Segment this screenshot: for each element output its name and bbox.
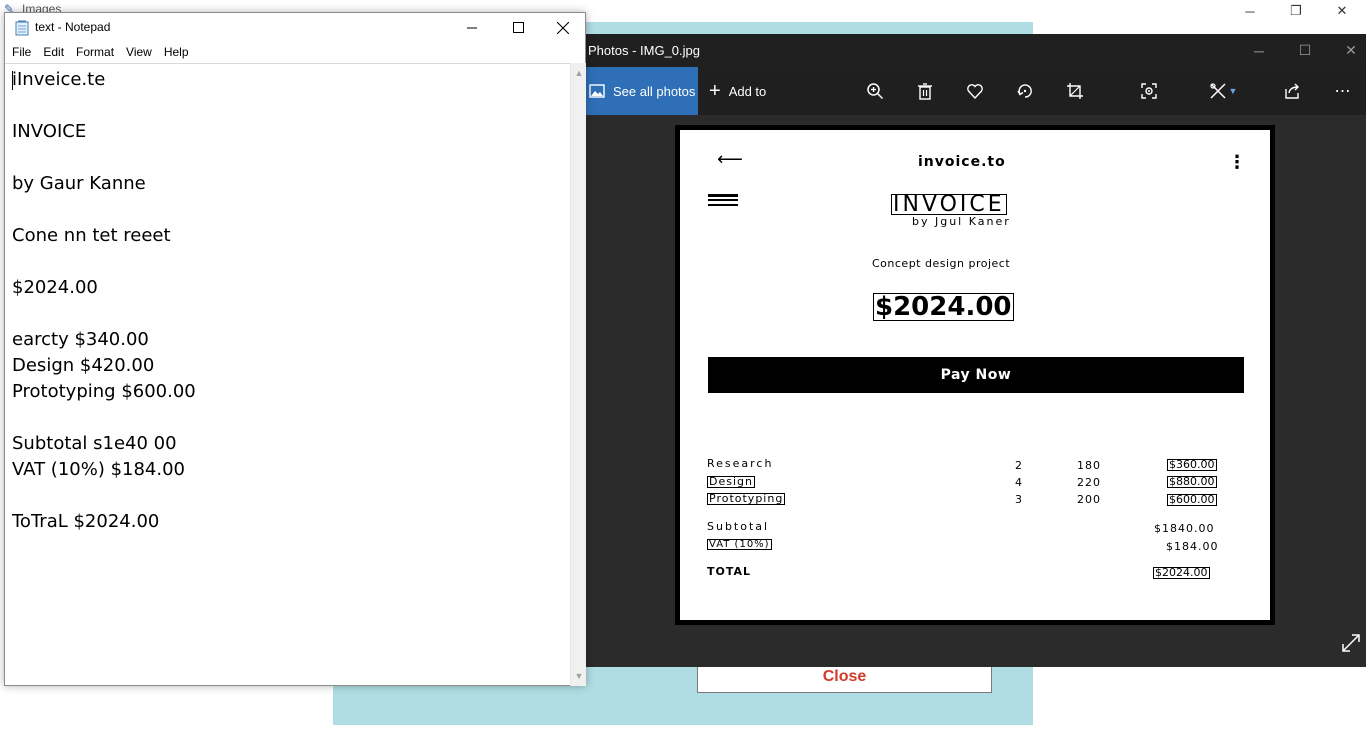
invoice-amount: $2024.00 [873, 292, 1014, 322]
restore-button[interactable]: ❐ [1273, 0, 1319, 22]
vertical-scrollbar[interactable]: ▲ ▼ [570, 63, 586, 686]
item-rate: 220 [1077, 476, 1101, 489]
photos-minimize-button[interactable]: ─ [1236, 34, 1282, 67]
edit-icon[interactable]: ▼ [1205, 79, 1241, 103]
close-button[interactable]: ✕ [1319, 0, 1365, 22]
menu-help[interactable]: Help [164, 45, 195, 59]
item-name: Research [707, 457, 774, 470]
add-to-label: Add to [728, 83, 767, 99]
see-all-photos-button[interactable]: See all photos [585, 67, 698, 115]
zoom-icon[interactable] [863, 79, 887, 103]
item-qty: 2 [1015, 459, 1022, 472]
photos-window: Photos - IMG_0.jpg ─ ☐ ✕ See all photos … [585, 34, 1366, 667]
item-qty: 4 [1015, 476, 1022, 489]
notepad-title: text - Notepad [35, 20, 111, 34]
back-arrow-icon: ⟵ [717, 149, 743, 170]
rotate-icon[interactable] [1013, 79, 1037, 103]
item-name: Prototyping [707, 492, 786, 505]
more-icon[interactable]: ⋯ [1331, 79, 1355, 103]
notepad-window: text - Notepad File Edit Format View Hel… [4, 12, 586, 686]
notepad-maximize-button[interactable] [495, 13, 541, 42]
item-rate: 200 [1077, 493, 1101, 506]
vat-label: VAT (10%) [707, 539, 772, 550]
invoice-photo-paper: ⟵ invoice.to ⋮ INVOICE by Jgul Kaner Con… [680, 130, 1270, 620]
item-amount: $600.00 [1167, 493, 1217, 506]
chevron-down-icon: ▼ [1228, 86, 1238, 96]
photos-maximize-button[interactable]: ☐ [1282, 34, 1328, 67]
share-icon[interactable] [1280, 79, 1304, 103]
photos-icon [589, 84, 605, 98]
add-to-button[interactable]: + Add to [709, 67, 766, 115]
text-caret [12, 71, 13, 90]
invoice-heading: INVOICE [891, 192, 1007, 217]
see-all-photos-label: See all photos [613, 83, 696, 99]
invoice-byline: by Jgul Kaner [912, 215, 1011, 228]
crop-icon[interactable] [1063, 79, 1087, 103]
item-qty: 3 [1015, 493, 1022, 506]
vat-value: $184.00 [1166, 540, 1219, 553]
photos-title: Photos - IMG_0.jpg [588, 43, 700, 58]
subtotal-label: Subtotal [707, 520, 770, 533]
item-name: Design [707, 475, 755, 488]
pay-now-button: Pay Now [708, 357, 1244, 393]
notepad-menubar: File Edit Format View Help [5, 42, 585, 62]
ocr-icon[interactable] [1137, 79, 1161, 103]
fullscreen-icon[interactable] [1340, 632, 1362, 654]
photos-close-button[interactable]: ✕ [1328, 34, 1366, 67]
scroll-down-icon[interactable]: ▼ [571, 668, 587, 684]
favorite-icon[interactable] [963, 79, 987, 103]
hamburger-line [708, 199, 738, 201]
notepad-content[interactable]: iInveice.te INVOICE by Gaur Kanne Cone n… [12, 67, 196, 535]
menu-view[interactable]: View [126, 45, 158, 59]
photos-titlebar: Photos - IMG_0.jpg ─ ☐ ✕ [585, 34, 1366, 67]
notepad-icon [15, 20, 29, 36]
kebab-menu-icon: ⋮ [1228, 152, 1246, 173]
menu-file[interactable]: File [12, 45, 37, 59]
hamburger-line [708, 194, 738, 197]
menu-format[interactable]: Format [76, 45, 120, 59]
delete-icon[interactable] [913, 79, 937, 103]
total-label: TOTAL [707, 565, 752, 578]
item-amount: $880.00 [1167, 475, 1217, 488]
notepad-text-area[interactable]: iInveice.te INVOICE by Gaur Kanne Cone n… [5, 63, 570, 686]
hamburger-line [708, 204, 738, 206]
invoice-project: Concept design project [872, 257, 1011, 270]
minimize-button[interactable]: ─ [1227, 0, 1273, 22]
photos-toolbar: See all photos + Add to ▼ ⋯ [585, 67, 1366, 115]
plus-icon: + [709, 80, 721, 102]
invoice-header-title: invoice.to [918, 154, 1006, 170]
menu-edit[interactable]: Edit [43, 45, 70, 59]
scroll-up-icon[interactable]: ▲ [571, 65, 587, 81]
invoice-photo: ⟵ invoice.to ⋮ INVOICE by Jgul Kaner Con… [675, 125, 1275, 625]
notepad-close-button[interactable] [540, 13, 586, 42]
notepad-minimize-button[interactable] [449, 13, 495, 42]
item-rate: 180 [1077, 459, 1101, 472]
total-value: $2024.00 [1153, 566, 1210, 579]
notepad-titlebar: text - Notepad [5, 13, 585, 42]
item-amount: $360.00 [1167, 458, 1217, 471]
subtotal-value: $1840.00 [1154, 522, 1215, 535]
